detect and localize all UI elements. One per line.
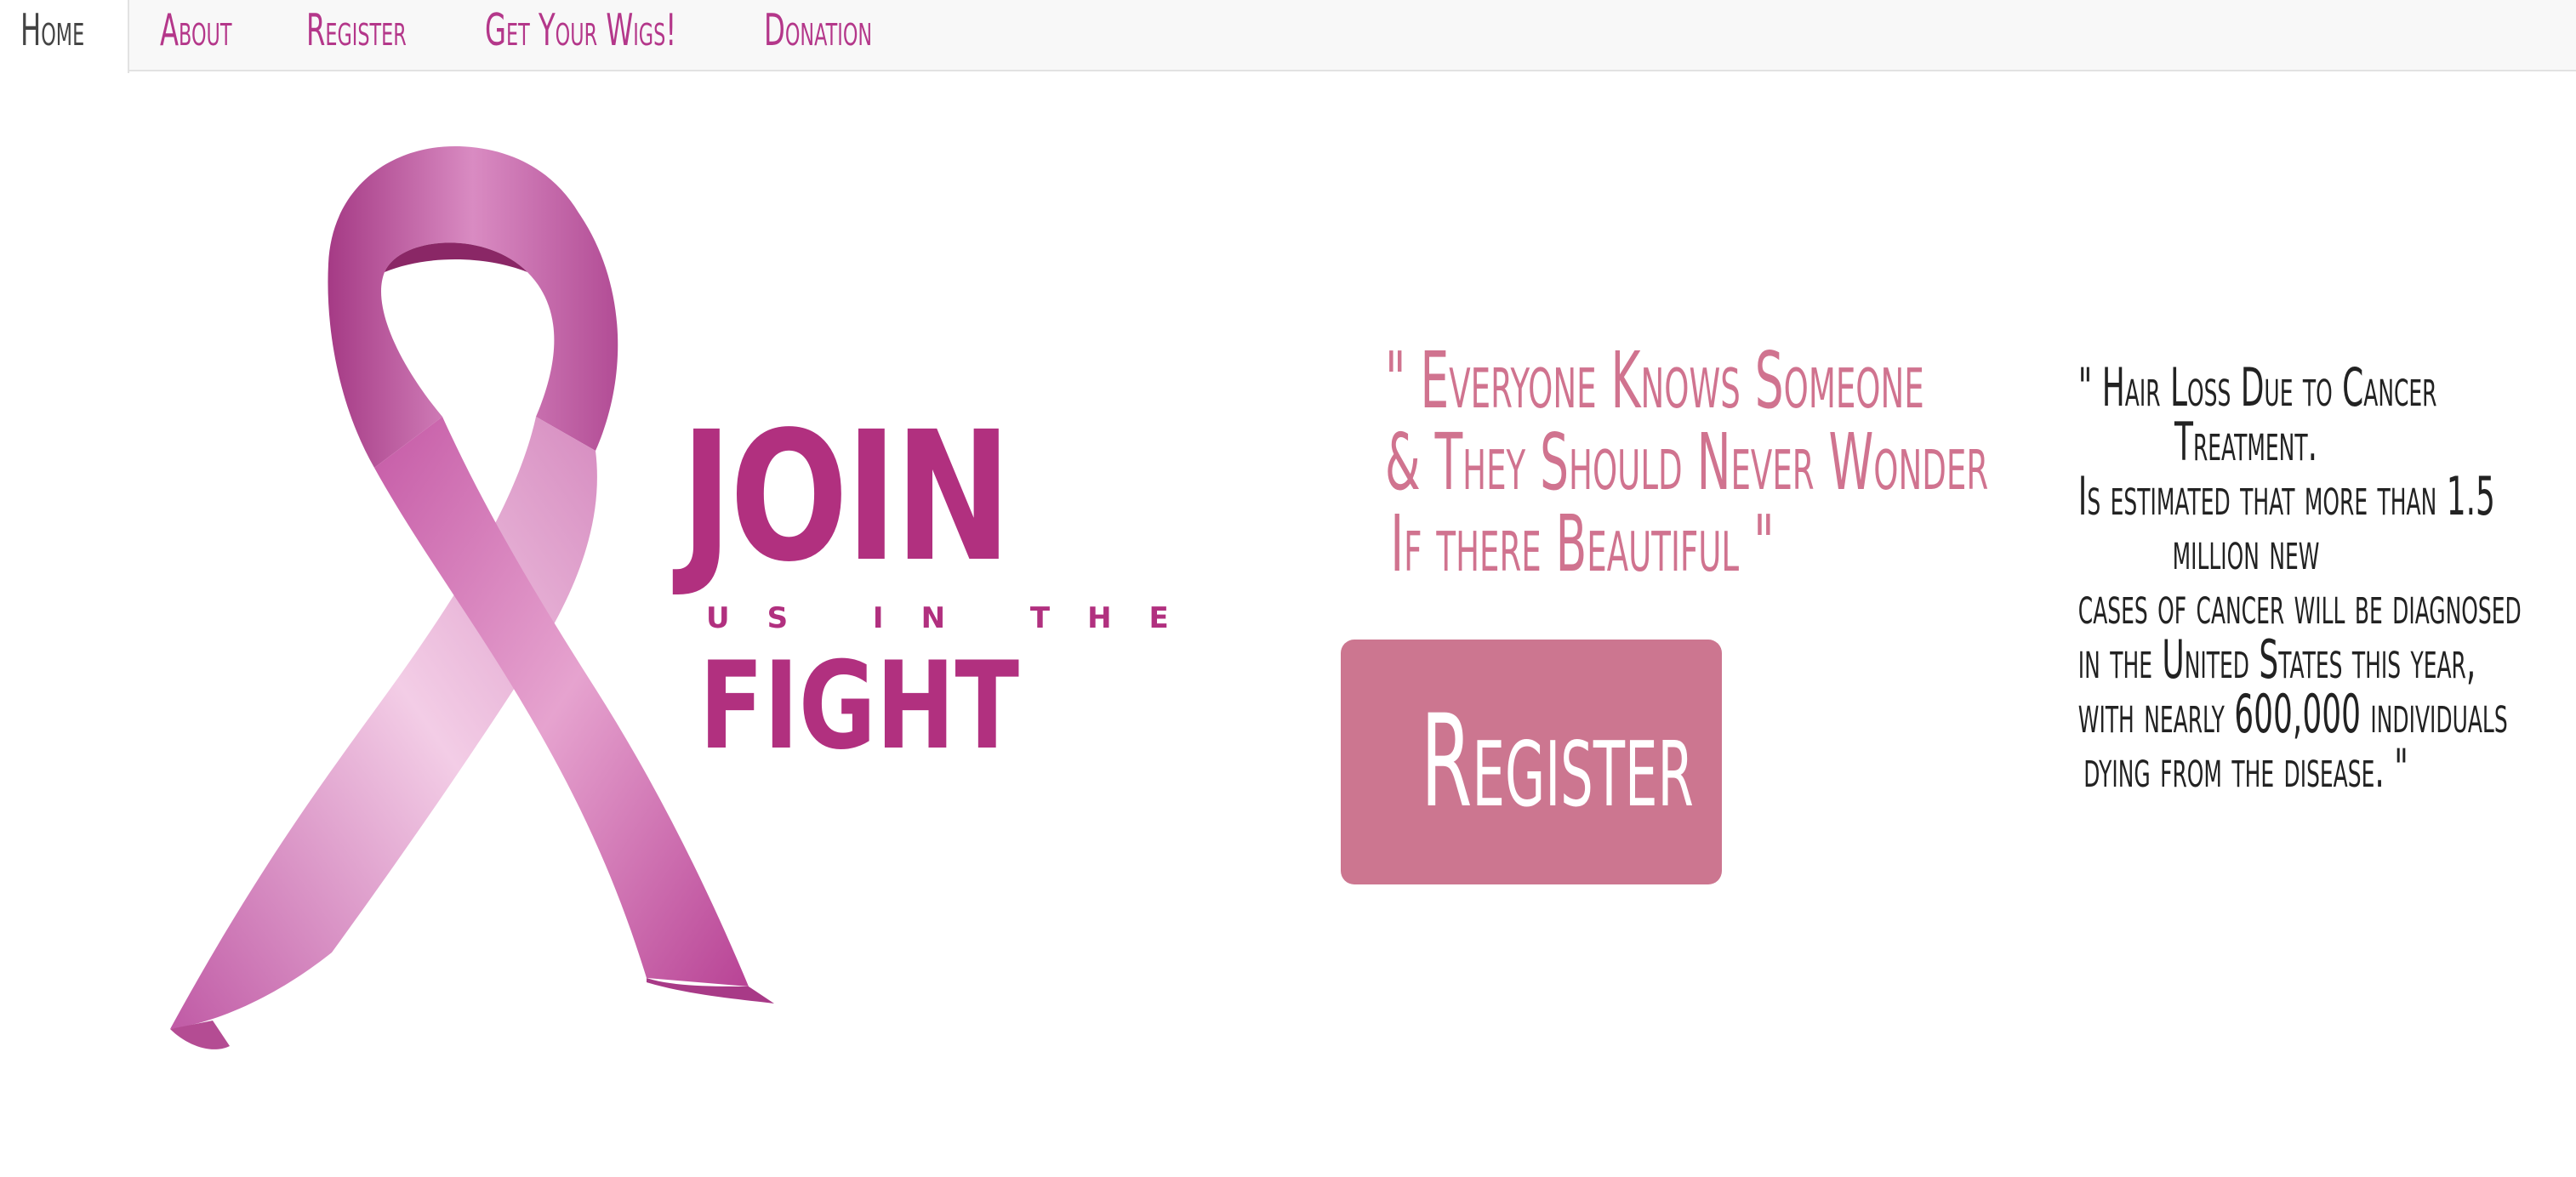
nav-register[interactable]: Register [306,0,407,71]
right-quote-line: in the United States this year, [2077,628,2476,691]
us-in-the-text: US IN THE [706,601,1206,635]
right-quote-line: with nearly 600,000 individuals [2077,683,2508,745]
right-quote: " Hair Loss Due to Cancer Treatment. Is … [1957,361,2535,796]
right-quote-line: million new [2172,520,2320,582]
register-button-label: Register [1421,688,1694,836]
nav-about[interactable]: About [160,0,232,71]
register-button[interactable]: Register [1341,640,1722,884]
top-navbar: Home About Register Get Your Wigs! Donat… [0,0,2576,73]
right-quote-line: cases of cancer will be diagnosed [2077,574,2522,636]
nav-donation[interactable]: Donation [764,0,872,71]
right-quote-line: Is estimated that more than 1.5 [2077,465,2495,527]
right-quote-line: dying from the disease. " [2083,737,2408,799]
fight-heading: FIGHT [699,636,1020,776]
nav-home[interactable]: Home [20,0,84,71]
center-quote-line: & They Should Never Wonder [1385,417,1989,508]
center-quote: " Everyone Knows Someone & They Should N… [1242,335,1989,589]
right-quote-line: " Hair Loss Due to Cancer [2077,356,2437,418]
nav-get-your-wigs[interactable]: Get Your Wigs! [485,0,676,71]
center-quote-line: " Everyone Knows Someone [1385,335,1924,426]
join-heading: JOIN [681,393,1012,601]
right-quote-line: Treatment. [2174,411,2318,473]
center-quote-line: If there Beautiful " [1390,498,1775,589]
